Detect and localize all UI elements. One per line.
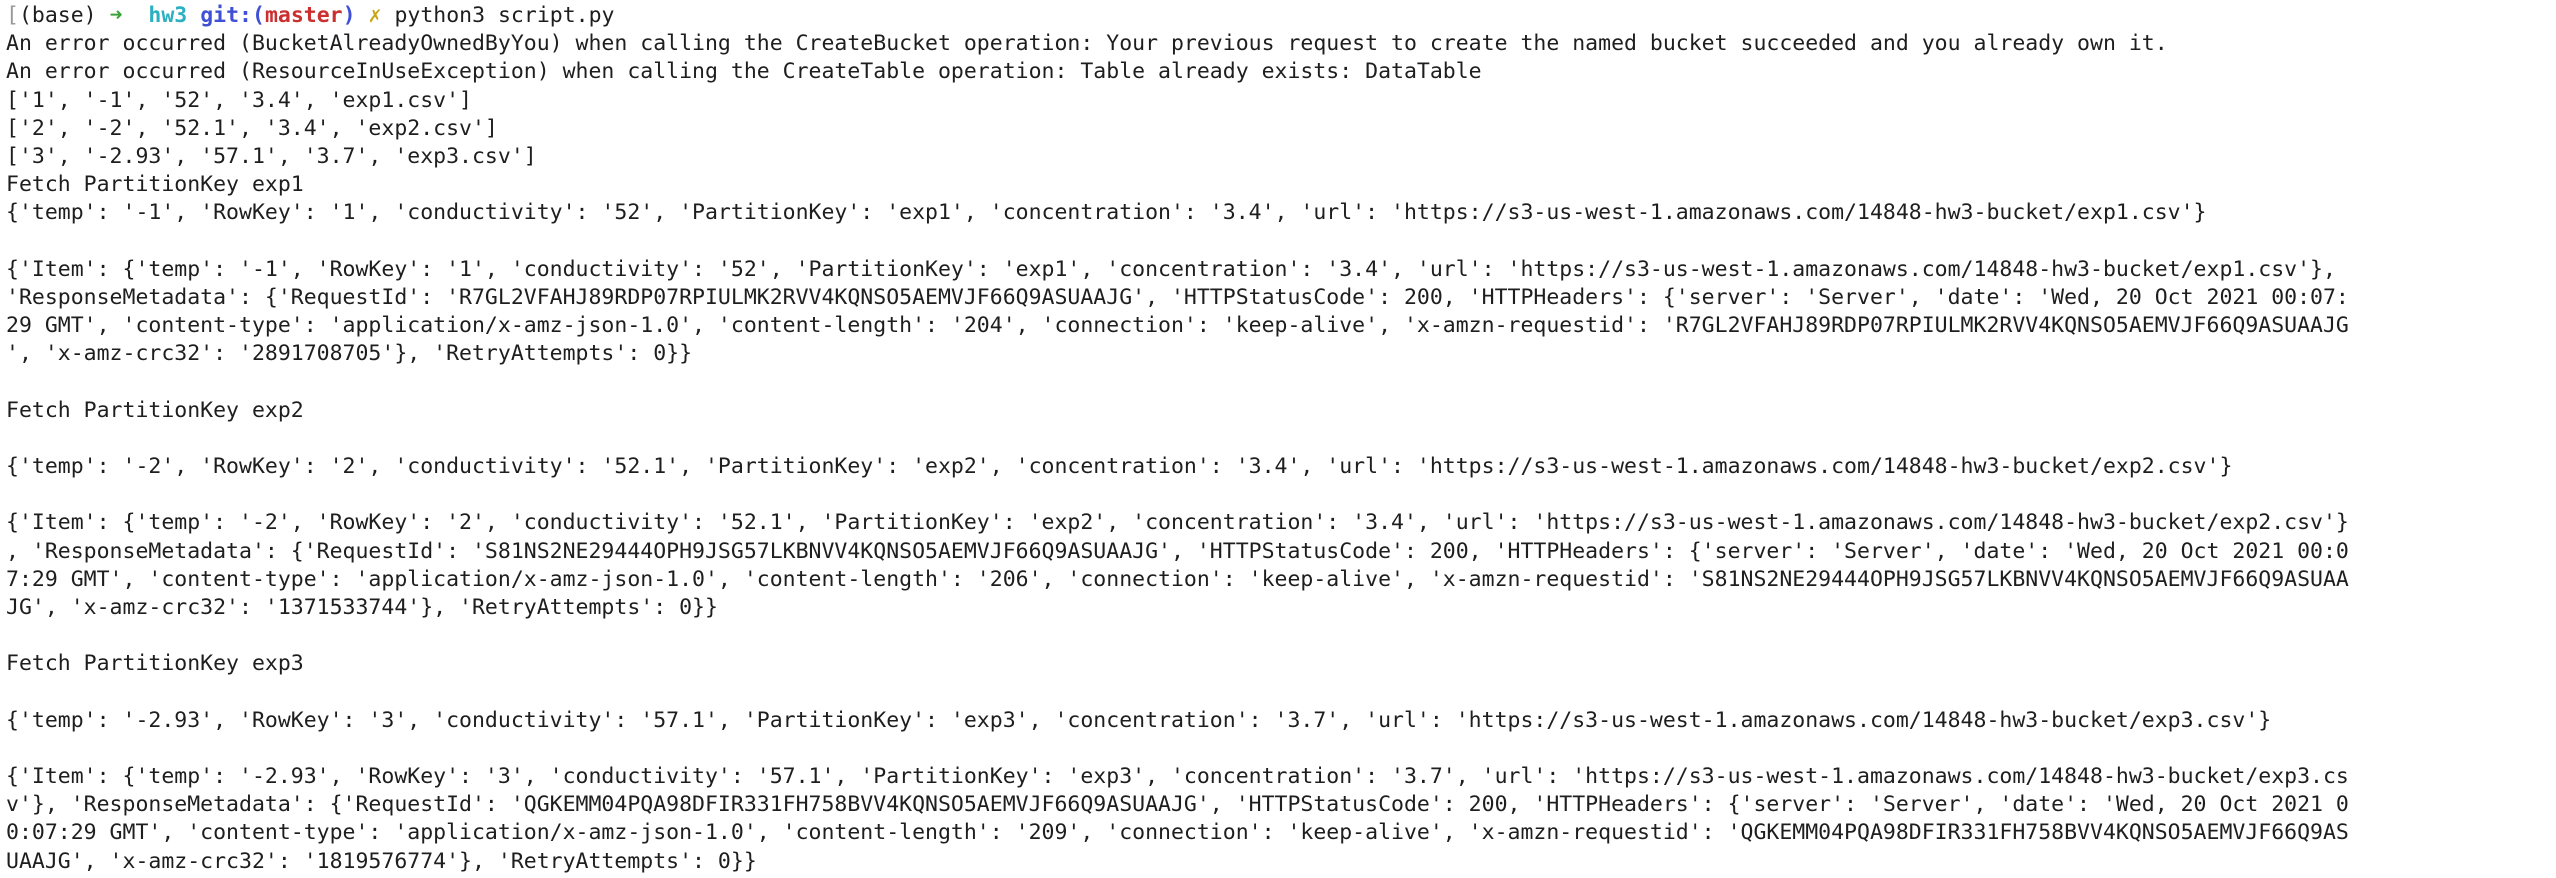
output-line: 7:29 GMT', 'content-type': 'application/… [6,566,2349,592]
output-line: v'}, 'ResponseMetadata': {'RequestId': '… [6,792,2349,818]
output-line: , 'ResponseMetadata': {'RequestId': 'S81… [6,538,2349,564]
output-line: 'ResponseMetadata': {'RequestId': 'R7GL2… [6,284,2349,310]
command-text: python3 script.py [394,3,615,28]
output-line: ['2', '-2', '52.1', '3.4', 'exp2.csv'] [6,115,498,141]
dirty-mark-icon: ✗ [368,3,382,28]
output-line: UAAJG', 'x-amz-crc32': '1819576774'}, 'R… [6,848,757,874]
git-label: git:( [200,3,265,28]
output-line: Fetch PartitionKey exp3 [6,651,304,677]
current-directory: hw3 [148,3,188,28]
output-line: 0:07:29 GMT', 'content-type': 'applicati… [6,820,2349,846]
output-line: {'Item': {'temp': '-1', 'RowKey': '1', '… [6,256,2336,282]
output-line: Fetch PartitionKey exp1 [6,172,304,198]
prompt-bracket: [ [6,3,19,28]
output-line: {'Item': {'temp': '-2.93', 'RowKey': '3'… [6,764,2349,790]
git-branch: master [264,3,343,28]
output-line: {'temp': '-2', 'RowKey': '2', 'conductiv… [6,454,2233,479]
output-line: An error occurred (ResourceInUseExceptio… [6,59,1482,85]
output-line: ['1', '-1', '52', '3.4', 'exp1.csv'] [6,87,472,113]
output-line: JG', 'x-amz-crc32': '1371533744'}, 'Retr… [6,594,718,620]
output-line: {'Item': {'temp': '-2', 'RowKey': '2', '… [6,510,2349,536]
prompt-arrow-icon: ➜ [109,3,123,28]
git-label-close: ) [342,3,356,28]
conda-env: (base) [18,3,97,28]
output-line: Fetch PartitionKey exp2 [6,397,304,423]
output-line: An error occurred (BucketAlreadyOwnedByY… [6,31,2168,57]
output-block: An error occurred (BucketAlreadyOwnedByY… [6,30,2556,876]
output-line: ', 'x-amz-crc32': '2891708705'}, 'RetryA… [6,341,693,367]
terminal-window[interactable]: [(base) ➜ hw3 git:(master) ✗ python3 scr… [0,0,2556,878]
output-line: ['3', '-2.93', '57.1', '3.7', 'exp3.csv'… [6,143,537,169]
output-line: {'temp': '-2.93', 'RowKey': '3', 'conduc… [6,707,2272,733]
output-line: {'temp': '-1', 'RowKey': '1', 'conductiv… [6,200,2207,226]
prompt-line: [(base) ➜ hw3 git:(master) ✗ python3 scr… [6,2,2556,30]
output-line: 29 GMT', 'content-type': 'application/x-… [6,313,2349,339]
